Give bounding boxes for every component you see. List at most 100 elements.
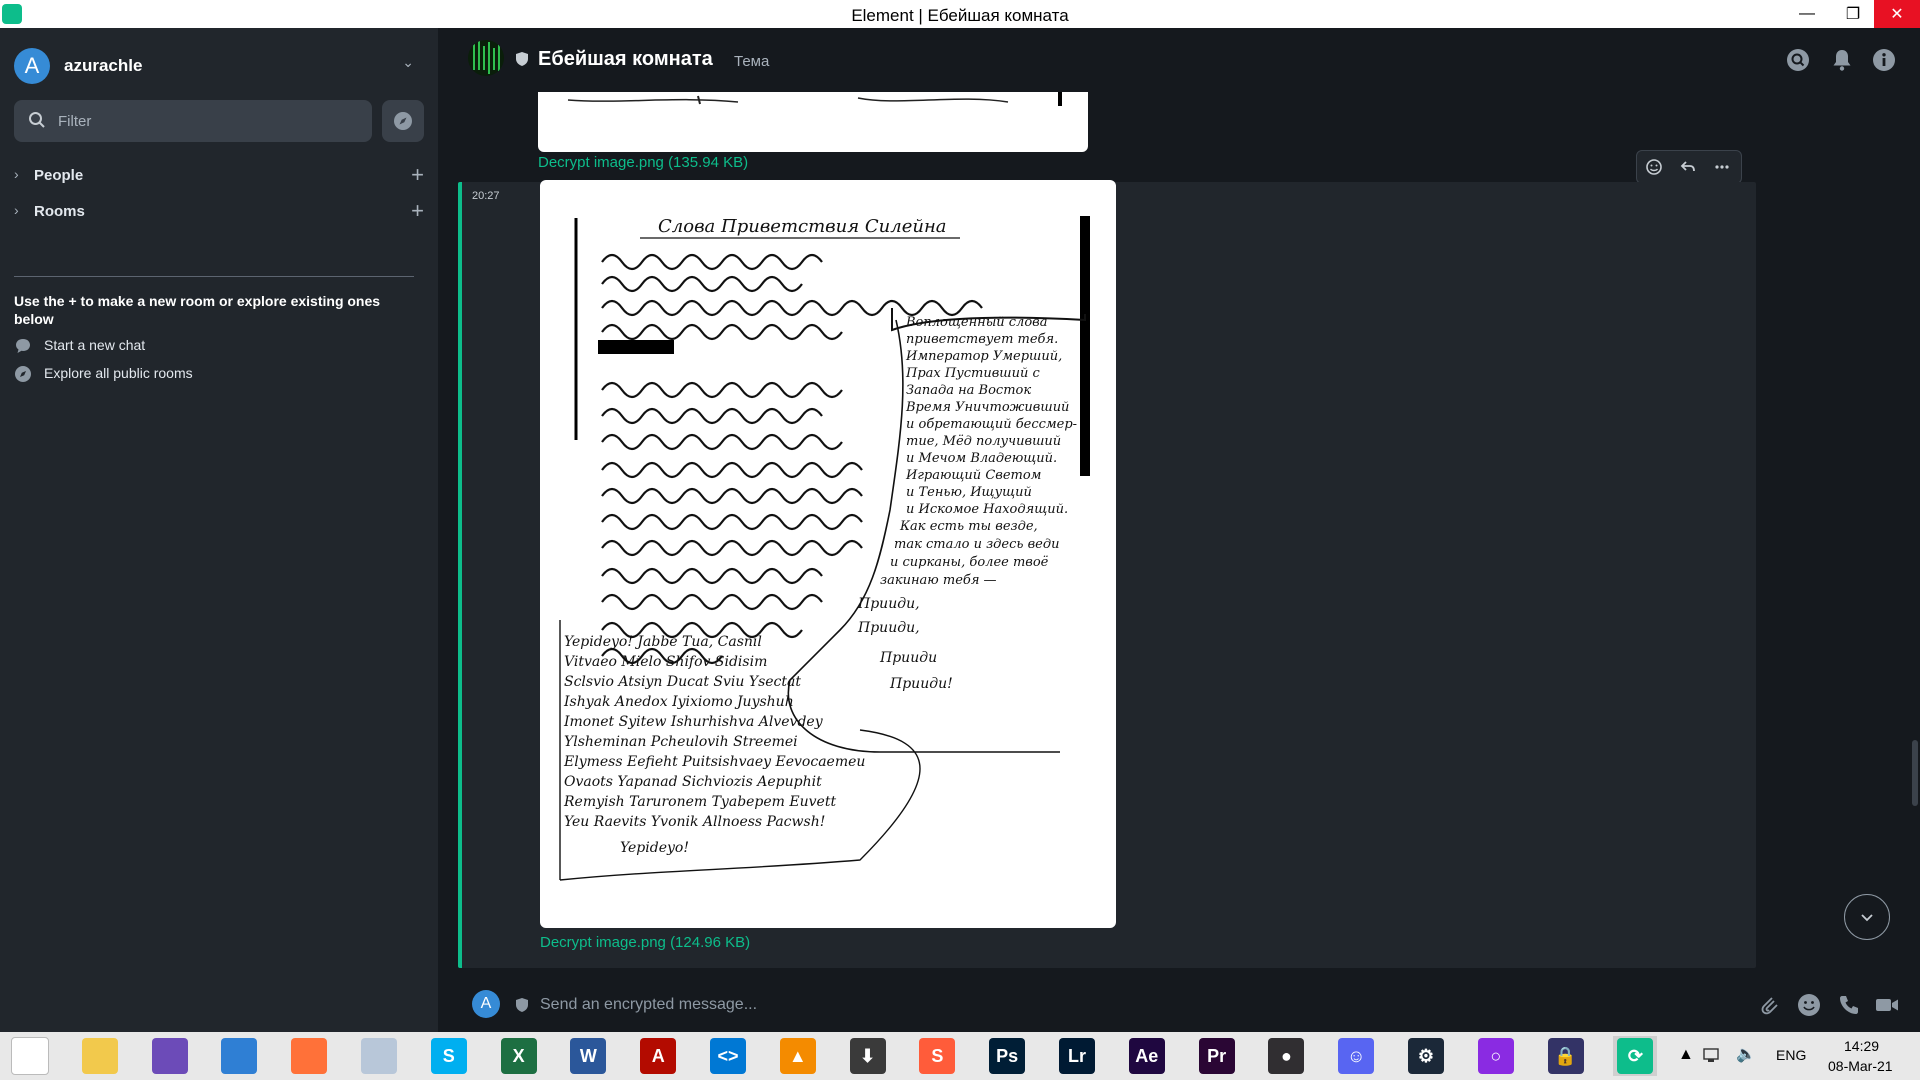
previous-image-attachment[interactable]: [538, 92, 1088, 152]
steam-taskbar-button[interactable]: ⚙: [1404, 1036, 1448, 1076]
emoji-icon[interactable]: [1796, 992, 1822, 1018]
chevron-down-icon: ⌄: [402, 54, 414, 70]
vlc-icon: ▲: [779, 1038, 816, 1074]
acrobat-taskbar-button[interactable]: A: [636, 1036, 680, 1076]
svg-text:Играющий Светом: Играющий Светом: [905, 468, 1041, 483]
compass-icon: [15, 366, 31, 382]
svg-text:тие, Мёд получивший: тие, Мёд получивший: [906, 434, 1061, 449]
svg-text:и Тенью, Ищущий: и Тенью, Ищущий: [906, 485, 1032, 500]
explore-rooms-button[interactable]: [382, 100, 424, 142]
room-topic[interactable]: Тема: [734, 53, 769, 70]
windows-start-taskbar-button[interactable]: [8, 1036, 52, 1076]
composer-avatar: A: [472, 990, 500, 1018]
svg-text:Прииди,: Прииди,: [857, 596, 920, 612]
vpn-lock-taskbar-button[interactable]: 🔒: [1544, 1036, 1588, 1076]
room-avatar[interactable]: [468, 40, 504, 76]
react-button[interactable]: [1637, 151, 1671, 183]
excel-taskbar-button[interactable]: X: [497, 1036, 541, 1076]
moon-app-taskbar-button[interactable]: [357, 1036, 401, 1076]
svg-text:и Искомое Находящий.: и Искомое Находящий.: [906, 502, 1068, 517]
add-people-button[interactable]: +: [411, 162, 424, 188]
browser-globe-taskbar-button[interactable]: [217, 1036, 261, 1076]
svg-text:Elymess Eefieht Puitsishvaey E: Elymess Eefieht Puitsishvaey Eevocaemeu: [563, 754, 865, 770]
obs-icon: ●: [1268, 1038, 1305, 1074]
volume-icon[interactable]: 🔈: [1736, 1044, 1756, 1064]
ring-app-taskbar-button[interactable]: ○: [1474, 1036, 1518, 1076]
minimize-button[interactable]: —: [1784, 0, 1830, 28]
svg-text:и Мечом Владеющий.: и Мечом Владеющий.: [906, 451, 1057, 466]
section-rooms[interactable]: › Rooms +: [14, 198, 424, 226]
vlc-taskbar-button[interactable]: ▲: [776, 1036, 820, 1076]
decrypt-image-link[interactable]: Decrypt image.png (135.94 KB): [538, 154, 748, 171]
firefox-taskbar-button[interactable]: [287, 1036, 331, 1076]
clock-date[interactable]: 08-Mar-21: [1828, 1058, 1893, 1074]
handwriting-scan-fragment: [567, 92, 1062, 106]
latin-text-block: Yepideyo! Jabbe Tua, Casnil Vitvaeo Miel…: [563, 634, 865, 856]
reply-icon: [1680, 161, 1695, 172]
shield-icon: [516, 998, 528, 1012]
compass-icon: [394, 112, 412, 130]
clock-time[interactable]: 14:29: [1844, 1038, 1879, 1054]
svg-text:закинаю тебя —: закинаю тебя —: [880, 573, 997, 588]
svg-text:Прииди: Прииди: [879, 650, 937, 666]
options-button[interactable]: [1705, 151, 1739, 183]
room-name[interactable]: Ебейшая комната: [538, 48, 713, 71]
file-explorer-taskbar-button[interactable]: [78, 1036, 122, 1076]
user-menu-button[interactable]: A azurachle ⌄: [14, 48, 414, 84]
timeline-scrollbar[interactable]: [1912, 740, 1918, 806]
svg-text:Yepideyo!: Yepideyo!: [620, 840, 689, 856]
obs-taskbar-button[interactable]: ●: [1264, 1036, 1308, 1076]
window-title: Element | Ебейшая комната: [851, 6, 1069, 25]
smiley-icon: [1646, 159, 1662, 175]
room-header: Ебейшая комната Тема: [438, 28, 1920, 92]
phone-icon[interactable]: [1836, 992, 1862, 1018]
premiere-icon: Pr: [1198, 1038, 1235, 1074]
sublime-taskbar-button[interactable]: S: [915, 1036, 959, 1076]
acrobat-icon: A: [640, 1038, 677, 1074]
message-input[interactable]: [538, 992, 1442, 1018]
skype-taskbar-button[interactable]: S: [427, 1036, 471, 1076]
message-timestamp[interactable]: 20:27: [472, 190, 500, 202]
element-taskbar-button[interactable]: ⟳: [1613, 1036, 1658, 1076]
after-effects-icon: Ae: [1128, 1038, 1165, 1074]
tray-overflow-icon[interactable]: ▲: [1678, 1046, 1694, 1064]
network-icon[interactable]: [1702, 1046, 1724, 1066]
svg-text:и сирканы, более твоё: и сирканы, более твоё: [890, 555, 1049, 570]
chat-bubble-icon: [16, 339, 30, 353]
bell-icon[interactable]: [1830, 48, 1854, 72]
file-explorer-icon: [81, 1038, 118, 1074]
explore-public-rooms-link[interactable]: Explore all public rooms: [14, 362, 414, 384]
room-info-icon[interactable]: [1872, 48, 1896, 72]
restore-button[interactable]: ❐: [1830, 0, 1876, 28]
user-name: azurachle: [64, 56, 143, 75]
language-indicator[interactable]: ENG: [1776, 1047, 1806, 1063]
search-icon[interactable]: [1786, 48, 1810, 72]
start-new-chat-link[interactable]: Start a new chat: [14, 334, 414, 356]
add-room-button[interactable]: +: [411, 198, 424, 224]
decrypt-image-link[interactable]: Decrypt image.png (124.96 KB): [540, 934, 750, 951]
video-call-icon[interactable]: [1874, 992, 1900, 1018]
vscode-taskbar-button[interactable]: <>: [706, 1036, 750, 1076]
reply-button[interactable]: [1671, 151, 1705, 183]
lightroom-taskbar-button[interactable]: Lr: [1055, 1036, 1099, 1076]
jump-to-bottom-button[interactable]: [1844, 894, 1890, 940]
discord-taskbar-button[interactable]: ☺: [1334, 1036, 1378, 1076]
paperclip-icon[interactable]: [1756, 992, 1782, 1018]
chevron-down-icon: [1861, 914, 1873, 922]
close-button[interactable]: ✕: [1874, 0, 1920, 28]
torrent-taskbar-button[interactable]: [148, 1036, 192, 1076]
svg-text:Ylsheminan Pcheulovih Streemei: Ylsheminan Pcheulovih Streemei: [564, 734, 798, 750]
premiere-taskbar-button[interactable]: Pr: [1195, 1036, 1239, 1076]
message-event[interactable]: 20:27 Слова Приветствия Силейна Воплощен…: [458, 180, 1756, 968]
svg-text:Время Уничтоживший: Время Уничтоживший: [905, 400, 1069, 415]
photoshop-icon: Ps: [989, 1038, 1026, 1074]
chevron-right-icon: ›: [14, 166, 19, 182]
section-people[interactable]: › People +: [14, 162, 424, 190]
room-filter[interactable]: [14, 100, 372, 142]
filter-input[interactable]: [56, 108, 360, 134]
photoshop-taskbar-button[interactable]: Ps: [985, 1036, 1029, 1076]
download-manager-taskbar-button[interactable]: ⬇: [846, 1036, 890, 1076]
after-effects-taskbar-button[interactable]: Ae: [1125, 1036, 1169, 1076]
word-taskbar-button[interactable]: W: [566, 1036, 610, 1076]
image-attachment[interactable]: Слова Приветствия Силейна Воплощенный сл…: [540, 180, 1116, 928]
